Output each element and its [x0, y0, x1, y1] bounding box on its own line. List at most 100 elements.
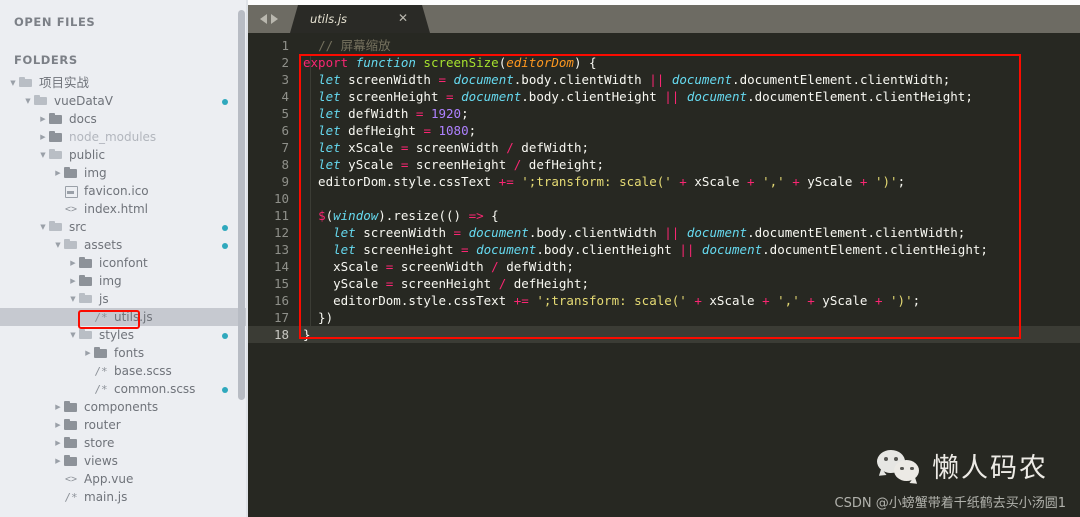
code-line[interactable]: xScale = screenWidth / defWidth;: [297, 258, 1080, 275]
line-number: 16: [273, 293, 289, 308]
tree-item-views[interactable]: ▶ views: [0, 452, 248, 470]
code-line[interactable]: [297, 190, 1080, 207]
code-token: ;: [912, 293, 921, 308]
code-token: /: [491, 259, 499, 274]
code-line[interactable]: editorDom.style.cssText += ';transform: …: [297, 173, 1080, 190]
chevron-down-icon[interactable]: ▼: [53, 236, 63, 254]
tree-item-node-modules[interactable]: ▶ node_modules: [0, 128, 248, 146]
tree-item-docs[interactable]: ▶ docs: [0, 110, 248, 128]
code-line[interactable]: let screenHeight = document.body.clientH…: [297, 88, 1080, 105]
tree-item-img[interactable]: ▶ img: [0, 164, 248, 182]
modified-status-dot: [222, 98, 228, 105]
tree-item-label: vueDataV: [54, 94, 113, 108]
tree-item-common-scss[interactable]: common.scss: [0, 380, 248, 399]
chevron-right-icon[interactable]: [271, 14, 278, 24]
file-code-comment-icon: [93, 380, 109, 399]
code-line[interactable]: let screenWidth = document.body.clientWi…: [297, 224, 1080, 241]
code-token: ',': [777, 293, 800, 308]
code-token: +: [799, 293, 823, 308]
chevron-right-icon[interactable]: ▶: [53, 398, 63, 416]
code-line[interactable]: editorDom.style.cssText += ';transform: …: [297, 292, 1080, 309]
tree-item-public[interactable]: ▼ public: [0, 146, 248, 164]
code-content[interactable]: // 屏幕缩放 export function screenSize(editor…: [297, 33, 1080, 517]
code-token: .documentElement.clientHeight;: [747, 89, 973, 104]
tree-item-main-js[interactable]: main.js: [0, 488, 248, 507]
code-token: +: [784, 174, 808, 189]
code-line[interactable]: let screenHeight = document.body.clientH…: [297, 241, 1080, 258]
code-line[interactable]: let screenWidth = document.body.clientWi…: [297, 71, 1080, 88]
folder-open-icon: [78, 290, 94, 308]
tree-item-base-scss[interactable]: base.scss: [0, 362, 248, 381]
chevron-right-icon[interactable]: ▶: [53, 164, 63, 182]
code-area[interactable]: 1 2 3 4 5 6 7 8 9 10 11 12 13 14 15 16 17 18 // 屏幕缩放 expor…: [248, 33, 1080, 517]
tree-item-src[interactable]: ▼ src: [0, 218, 248, 236]
code-line[interactable]: let defWidth = 1920;: [297, 105, 1080, 122]
code-line[interactable]: let yScale = screenHeight / defHeight;: [297, 156, 1080, 173]
code-token: document: [671, 72, 733, 87]
code-line[interactable]: }: [297, 326, 1080, 343]
chevron-right-icon[interactable]: ▶: [53, 434, 63, 452]
tree-item--[interactable]: ▼ 项目实战: [0, 74, 248, 92]
tree-item-app-vue[interactable]: App.vue: [0, 470, 248, 489]
tree-item-iconfont[interactable]: ▶ iconfont: [0, 254, 248, 272]
tree-item-router[interactable]: ▶ router: [0, 416, 248, 434]
code-token: document: [476, 242, 537, 257]
folder-open-icon: [18, 74, 34, 92]
tree-item-js[interactable]: ▼ js: [0, 290, 248, 308]
editor-pane: utils.js ✕ 1 2 3 4 5 6 7 8 9 10 11 12 13 14 15 16 17 18 /…: [248, 0, 1080, 517]
code-line[interactable]: let defHeight = 1080;: [297, 122, 1080, 139]
chevron-right-icon[interactable]: ▶: [53, 452, 63, 470]
chevron-down-icon[interactable]: ▼: [23, 92, 33, 110]
tree-item-assets[interactable]: ▼ assets: [0, 236, 248, 254]
chevron-right-icon[interactable]: ▶: [38, 110, 48, 128]
tree-item-vuedatav[interactable]: ▼ vueDataV: [0, 92, 248, 110]
code-token: .documentElement.clientHeight;: [762, 242, 988, 257]
tree-item-label: js: [99, 292, 109, 306]
tree-item-store[interactable]: ▶ store: [0, 434, 248, 452]
code-line[interactable]: export function screenSize(editorDom) {: [297, 54, 1080, 71]
chevron-down-icon[interactable]: ▼: [38, 218, 48, 236]
code-line[interactable]: let xScale = screenWidth / defWidth;: [297, 139, 1080, 156]
tree-item-img[interactable]: ▶ img: [0, 272, 248, 290]
brand-name-label: 懒人码农: [932, 453, 1048, 484]
chevron-right-icon[interactable]: ▶: [83, 344, 93, 362]
code-token: editorDom.style.cssText: [303, 174, 499, 189]
tree-item-utils-js[interactable]: utils.js: [0, 308, 248, 327]
code-token: let: [318, 123, 341, 138]
tree-item-label: common.scss: [114, 382, 196, 396]
tab-utils-js[interactable]: utils.js ✕: [290, 5, 430, 33]
indent-guide: [310, 54, 311, 339]
modified-status-dot: [222, 242, 228, 249]
tree-item-label: App.vue: [84, 472, 134, 486]
tree-item-favicon-ico[interactable]: favicon.ico: [0, 182, 248, 200]
tree-item-index-html[interactable]: index.html: [0, 200, 248, 219]
chevron-down-icon[interactable]: ▼: [68, 290, 78, 308]
chevron-down-icon[interactable]: ▼: [68, 326, 78, 344]
code-token: let: [318, 72, 341, 87]
folder-open-icon: [33, 92, 49, 110]
tree-item-styles[interactable]: ▼ styles: [0, 326, 248, 344]
folder-closed-icon: [63, 452, 79, 470]
chevron-down-icon[interactable]: ▼: [8, 74, 18, 92]
close-icon[interactable]: ✕: [398, 12, 408, 24]
chevron-right-icon[interactable]: ▶: [53, 416, 63, 434]
chevron-down-icon[interactable]: ▼: [38, 146, 48, 164]
tree-item-components[interactable]: ▶ components: [0, 398, 248, 416]
code-line[interactable]: // 屏幕缩放: [297, 37, 1080, 54]
code-line[interactable]: }): [297, 309, 1080, 326]
tree-item-fonts[interactable]: ▶ fonts: [0, 344, 248, 362]
code-line[interactable]: $(window).resize(() => {: [297, 207, 1080, 224]
file-angle-icon: [62, 200, 80, 219]
chevron-right-icon[interactable]: ▶: [68, 272, 78, 290]
tab-nav-arrows[interactable]: [248, 5, 290, 33]
line-number: 8: [281, 157, 289, 172]
chevron-right-icon[interactable]: ▶: [38, 128, 48, 146]
chevron-right-icon[interactable]: ▶: [68, 254, 78, 272]
code-token: document: [686, 89, 748, 104]
sidebar-scrollbar[interactable]: [238, 10, 245, 400]
code-line[interactable]: yScale = screenHeight / defHeight;: [297, 275, 1080, 292]
code-token: .documentElement.clientWidth;: [732, 72, 951, 87]
chevron-left-icon[interactable]: [260, 14, 267, 24]
